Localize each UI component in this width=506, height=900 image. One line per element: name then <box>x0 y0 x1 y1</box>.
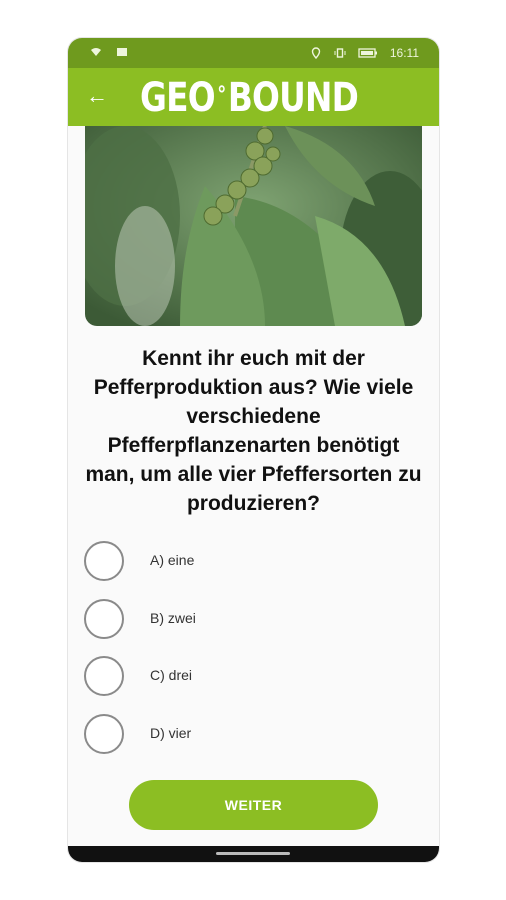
option-a[interactable]: A) eine <box>84 541 384 581</box>
battery-icon <box>358 48 377 58</box>
option-c[interactable]: C) drei <box>84 656 384 696</box>
status-time: 16:11 <box>389 46 419 60</box>
geobound-logo: GEO °BOUND <box>140 75 359 121</box>
option-d[interactable]: D) vier <box>84 714 384 754</box>
home-indicator[interactable] <box>216 852 290 855</box>
radio-button-d[interactable] <box>84 714 124 754</box>
radio-button-a[interactable] <box>84 541 124 581</box>
option-d-label: D) vier <box>150 725 192 741</box>
option-b[interactable]: B) zwei <box>84 599 384 639</box>
phone-screen: 16:11 ← GEO °BOUND Kennt ihr euch mit de… <box>68 38 439 862</box>
navigation-bar <box>68 846 439 862</box>
radio-button-c[interactable] <box>84 656 124 696</box>
option-a-label: A) eine <box>150 552 195 568</box>
option-b-label: B) zwei <box>150 610 196 626</box>
status-bar: 16:11 <box>68 38 439 68</box>
app-bar: ← GEO °BOUND <box>68 68 439 126</box>
wifi-icon <box>91 48 101 56</box>
location-icon <box>311 47 321 59</box>
radio-button-b[interactable] <box>84 599 124 639</box>
pepper-plant-photo <box>85 126 422 326</box>
back-arrow-icon[interactable]: ← <box>86 84 108 108</box>
image-icon <box>117 48 127 56</box>
weiter-button[interactable]: WEITER <box>129 780 378 830</box>
option-c-label: C) drei <box>150 667 193 683</box>
vibrate-icon <box>334 48 346 58</box>
question-text: Kennt ihr euch mit der Pefferproduktion … <box>85 347 422 515</box>
